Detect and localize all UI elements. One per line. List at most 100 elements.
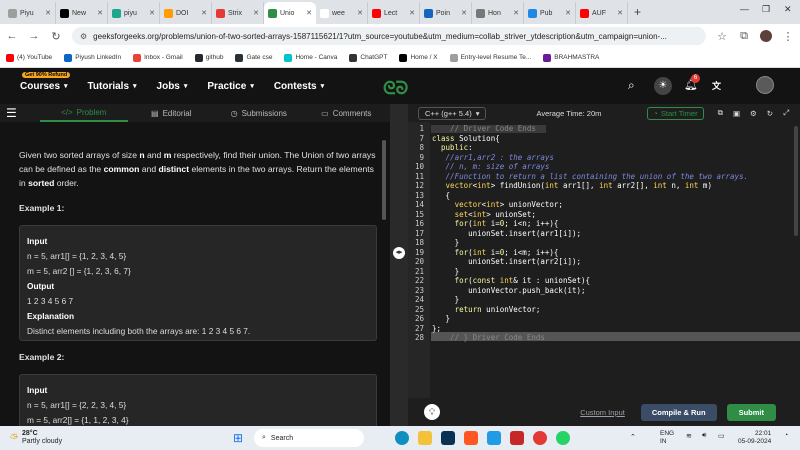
settings-icon[interactable]: ⚙	[750, 109, 757, 118]
close-tab-icon[interactable]: ✕	[253, 9, 259, 17]
browser-tab[interactable]: Piyu ✕	[4, 2, 56, 24]
start-timer-button[interactable]: ◔ Start Timer	[647, 106, 704, 120]
close-tab-icon[interactable]: ✕	[513, 9, 519, 17]
refund-badge[interactable]: Get 90% Refund	[22, 72, 71, 78]
menu-courses[interactable]: Courses ▾	[20, 81, 68, 92]
gfg-logo[interactable]: ᘓᘐ	[383, 78, 408, 99]
browser-tab[interactable]: wee ✕	[316, 2, 368, 24]
tab-editorial[interactable]: ▤ Editorial	[128, 109, 216, 118]
notification-icon[interactable]: ◔	[784, 432, 788, 439]
close-tab-icon[interactable]: ✕	[461, 9, 467, 17]
theme-toggle-icon[interactable]: ☀	[654, 77, 672, 95]
close-tab-icon[interactable]: ✕	[149, 9, 155, 17]
browser-tab[interactable]: Hon ✕	[472, 2, 524, 24]
close-tab-icon[interactable]: ✕	[617, 9, 623, 17]
translate-icon[interactable]: 文	[712, 79, 721, 92]
bookmark-item[interactable]: Home / X	[399, 53, 438, 62]
new-tab-icon[interactable]: +	[634, 5, 641, 19]
back-icon[interactable]: ←	[6, 30, 18, 42]
left-scrollbar[interactable]	[382, 140, 386, 220]
battery-icon[interactable]: ▭	[718, 432, 725, 440]
taskbar-search[interactable]: ⌕ Search	[254, 429, 364, 447]
edge-icon[interactable]	[395, 431, 409, 445]
panel-splitter[interactable]	[390, 104, 408, 426]
bookmark-item[interactable]: github	[194, 53, 223, 62]
bookmark-item[interactable]: Home - Canva	[284, 53, 337, 62]
resize-handle-icon[interactable]: ◂▸	[393, 247, 405, 259]
address-bar[interactable]: ⚙ geeksforgeeks.org/problems/union-of-tw…	[72, 27, 706, 45]
close-window-icon[interactable]: ✕	[784, 4, 792, 15]
reload-icon[interactable]: ↻	[50, 30, 62, 43]
lang-1[interactable]: ENG	[660, 430, 674, 438]
extensions-icon[interactable]: ⧉	[738, 30, 750, 43]
close-tab-icon[interactable]: ✕	[409, 9, 415, 17]
tray-chevron-icon[interactable]: ⌃	[630, 433, 636, 441]
user-avatar[interactable]	[756, 76, 774, 94]
close-tab-icon[interactable]: ✕	[45, 9, 51, 17]
bulb-icon[interactable]: 💡︎	[424, 404, 440, 420]
minimize-icon[interactable]: —	[740, 4, 749, 14]
site-info-icon[interactable]: ⚙	[80, 32, 87, 41]
browser-tab[interactable]: Lect ✕	[368, 2, 420, 24]
weather-icon[interactable]: ⛅︎	[10, 433, 18, 444]
menu-contests[interactable]: Contests ▾	[274, 81, 324, 92]
compile-run-button[interactable]: Compile & Run	[640, 403, 717, 421]
start-icon[interactable]: ⊞	[233, 431, 243, 445]
close-tab-icon[interactable]: ✕	[357, 9, 363, 17]
bookmark-item[interactable]: ChatGPT	[349, 53, 387, 62]
bookmark-item[interactable]: Piyush LinkedIn	[64, 53, 121, 62]
fullscreen-icon[interactable]: ⤢	[783, 108, 789, 118]
profile-avatar[interactable]	[760, 30, 772, 42]
bookmark-item[interactable]: BRAHMASTRA	[543, 53, 599, 62]
language-select[interactable]: C++ (g++ 5.4) ▾	[418, 106, 487, 120]
vscode-icon[interactable]	[487, 431, 501, 445]
whatsapp-icon[interactable]	[556, 431, 570, 445]
clock-time[interactable]: 22:01	[738, 430, 771, 438]
mcafee-icon[interactable]	[510, 431, 524, 445]
search-icon[interactable]: ⌕	[628, 78, 635, 93]
close-tab-icon[interactable]: ✕	[306, 9, 312, 17]
wifi-icon[interactable]: ≋	[686, 432, 692, 440]
bookmark-item[interactable]: Entry-level Resume Te...	[449, 53, 531, 62]
custom-input-link[interactable]: Custom Input	[580, 408, 625, 417]
browser-tab[interactable]: Pub ✕	[524, 2, 576, 24]
close-tab-icon[interactable]: ✕	[565, 9, 571, 17]
forward-icon[interactable]: →	[28, 30, 40, 42]
menu-tutorials[interactable]: Tutorials ▾	[88, 81, 137, 92]
app-icon[interactable]	[464, 431, 478, 445]
example-2-box: Input n = 5, arr1[] = {2, 2, 3, 4, 5} m …	[19, 374, 377, 426]
editor-scrollbar[interactable]	[794, 126, 798, 236]
lang-2[interactable]: IN	[660, 438, 674, 446]
maximize-icon[interactable]: ❐	[762, 4, 770, 15]
close-tab-icon[interactable]: ✕	[97, 9, 103, 17]
browser-tab[interactable]: DOI ✕	[160, 2, 212, 24]
bookmark-item[interactable]: Inbox - Gmail	[133, 53, 183, 62]
hamburger-icon[interactable]: ☰	[6, 106, 17, 120]
browser-tab[interactable]: piyu ✕	[108, 2, 160, 24]
close-tab-icon[interactable]: ✕	[201, 9, 207, 17]
file-explorer-icon[interactable]	[418, 431, 432, 445]
volume-icon[interactable]: 🔊︎	[702, 432, 706, 440]
chrome-menu-icon[interactable]: ⋮	[782, 30, 794, 43]
tab-comments[interactable]: ▭ Comments	[303, 109, 391, 118]
bookmark-item[interactable]: Gate cse	[235, 53, 272, 62]
tab-label: Pub	[540, 9, 553, 17]
menu-jobs[interactable]: Jobs ▾	[157, 81, 188, 92]
submit-button[interactable]: Submit	[726, 403, 776, 421]
bookmark-item[interactable]: (4) YouTube	[6, 53, 52, 62]
clock-date[interactable]: 05-09-2024	[738, 438, 771, 446]
tab-submissions[interactable]: ◷ Submissions	[215, 109, 303, 118]
browser-tab[interactable]: Strix ✕	[212, 2, 264, 24]
browser-tab[interactable]: AUF ✕	[576, 2, 628, 24]
reset-icon[interactable]: ↻	[767, 109, 773, 118]
file-icon[interactable]: ▣	[733, 109, 740, 118]
copy-icon[interactable]: ⧉	[718, 108, 723, 118]
tab-problem[interactable]: </> Problem	[40, 104, 128, 122]
menu-practice[interactable]: Practice ▾	[207, 81, 253, 92]
bookmark-star-icon[interactable]: ☆	[716, 30, 728, 43]
browser-tab[interactable]: Unio ✕	[264, 2, 316, 24]
browser-tab[interactable]: Poin ✕	[420, 2, 472, 24]
chrome-icon[interactable]	[533, 431, 547, 445]
photoshop-icon[interactable]	[441, 431, 455, 445]
browser-tab[interactable]: New ✕	[56, 2, 108, 24]
